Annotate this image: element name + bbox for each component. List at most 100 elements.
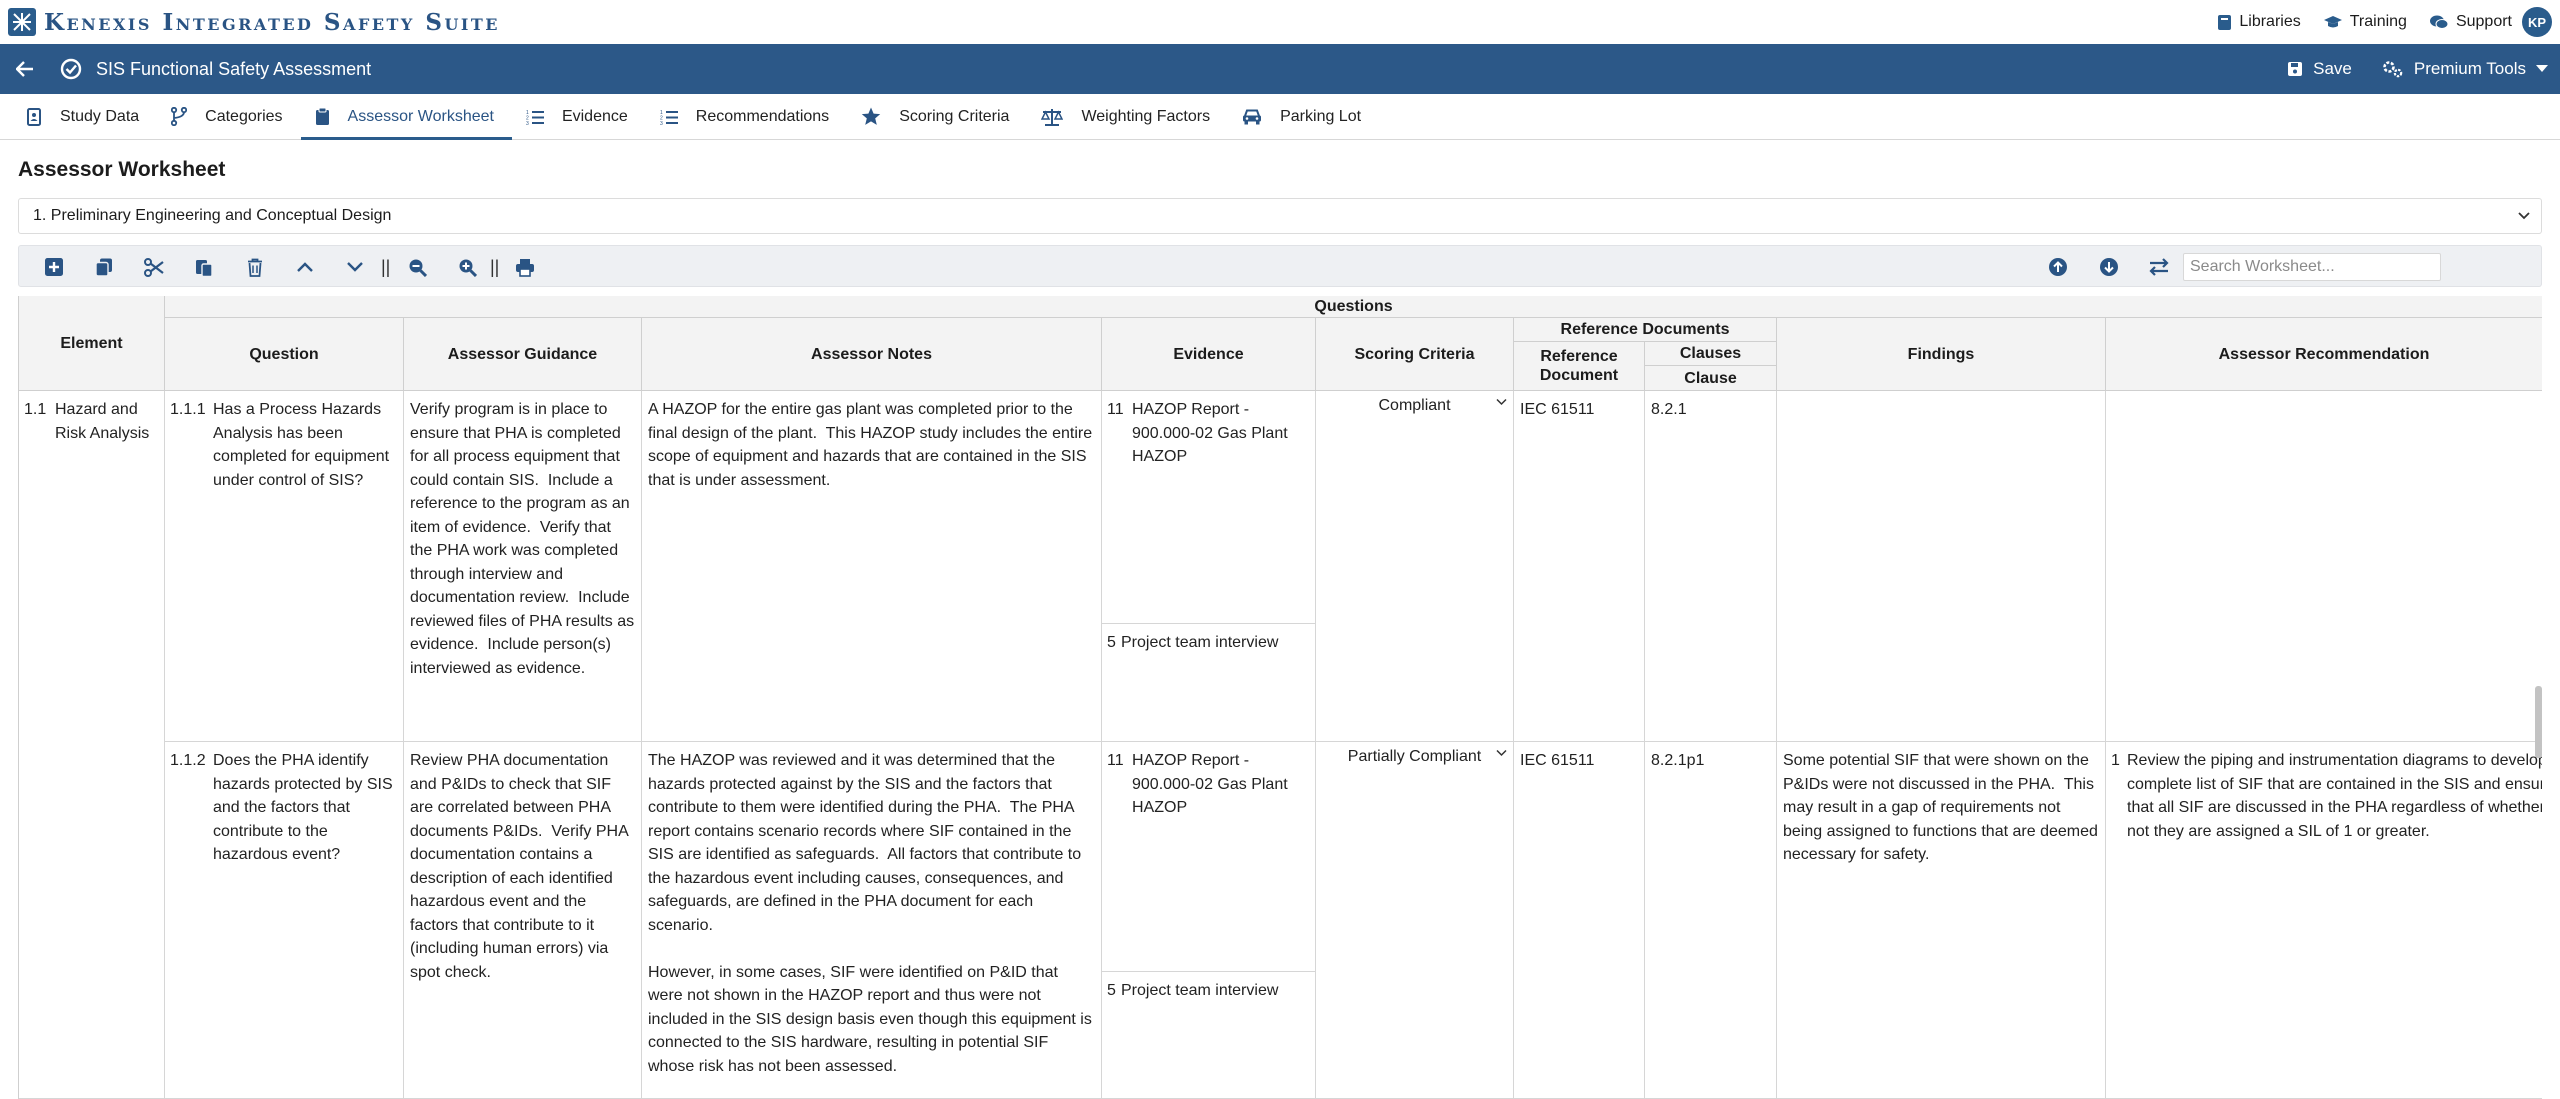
add-row-button[interactable] xyxy=(42,255,66,279)
paste-button[interactable] xyxy=(192,255,216,279)
element-name: Hazard and Risk Analysis xyxy=(55,401,150,442)
question-cell[interactable]: 1.1.2 Does the PHA identify hazards prot… xyxy=(165,742,404,1099)
search-worksheet-input[interactable] xyxy=(2183,253,2441,281)
support-link[interactable]: Support xyxy=(2429,13,2512,31)
caret-down-icon xyxy=(2536,65,2548,72)
floppy-disk-icon xyxy=(2288,62,2303,76)
copy-icon xyxy=(95,258,112,277)
move-up-button[interactable] xyxy=(293,255,317,279)
section-select-value: 1. Preliminary Engineering and Conceptua… xyxy=(33,207,392,224)
guidance-text: Review PHA documentation and P&IDs to ch… xyxy=(410,752,633,981)
clause-cell[interactable]: 8.2.1 xyxy=(1645,391,1777,742)
tab-label: Categories xyxy=(205,107,283,125)
zoom-out-button[interactable] xyxy=(405,255,429,279)
column-header-evidence[interactable]: Evidence xyxy=(1102,318,1316,391)
evidence-item[interactable]: 11 HAZOP Report - 900.000-02 Gas Plant H… xyxy=(1102,391,1315,624)
delete-button[interactable] xyxy=(243,255,267,279)
reference-document-cell[interactable]: IEC 61511 xyxy=(1514,391,1645,742)
element-cell[interactable]: 1.1 Hazard and Risk Analysis xyxy=(19,391,165,1099)
evidence-text: HAZOP Report - 900.000-02 Gas Plant HAZO… xyxy=(1132,752,1293,816)
tab-scoring-criteria[interactable]: Scoring Criteria xyxy=(847,94,1027,139)
section-select[interactable]: 1. Preliminary Engineering and Conceptua… xyxy=(18,198,2542,234)
tab-parking-lot[interactable]: Parking Lot xyxy=(1228,94,1379,139)
print-button[interactable] xyxy=(513,255,537,279)
arrow-circle-up-icon xyxy=(2049,258,2067,276)
tab-categories[interactable]: Categories xyxy=(157,94,300,139)
premium-tools-menu[interactable]: Premium Tools xyxy=(2382,59,2548,79)
guidance-cell[interactable]: Verify program is in place to ensure tha… xyxy=(404,391,642,742)
copy-button[interactable] xyxy=(92,255,116,279)
chevron-down-icon xyxy=(2518,212,2530,220)
question-cell[interactable]: 1.1.1 Has a Process Hazards Analysis has… xyxy=(165,391,404,742)
column-header-question[interactable]: Question xyxy=(165,318,404,391)
evidence-number: 5 xyxy=(1107,634,1116,651)
zoom-in-button[interactable] xyxy=(455,255,479,279)
tab-weighting-factors[interactable]: Weighting Factors xyxy=(1027,94,1228,139)
toolbar-separator: || xyxy=(490,257,500,277)
swap-button[interactable] xyxy=(2147,255,2171,279)
evidence-item[interactable]: 5 Project team interview xyxy=(1102,624,1315,741)
column-header-clause[interactable]: Clause xyxy=(1645,366,1777,391)
cut-button[interactable] xyxy=(142,255,166,279)
clause-cell[interactable]: 8.2.1p1 xyxy=(1645,742,1777,1099)
reference-document-text: IEC 61511 xyxy=(1520,401,1595,418)
tab-label: Weighting Factors xyxy=(1081,107,1211,125)
column-header-element[interactable]: Element xyxy=(19,296,165,391)
book-icon xyxy=(2218,14,2232,30)
address-book-icon xyxy=(27,107,41,126)
back-button[interactable] xyxy=(0,44,50,94)
svg-text:3: 3 xyxy=(660,121,663,125)
scoring-value: Compliant xyxy=(1378,397,1451,414)
column-header-notes[interactable]: Assessor Notes xyxy=(642,318,1102,391)
column-header-scoring[interactable]: Scoring Criteria xyxy=(1316,318,1514,391)
tab-recommendations[interactable]: 123 Recommendations xyxy=(646,94,847,139)
zoom-out-icon xyxy=(409,259,427,277)
clause-text: 8.2.1 xyxy=(1651,401,1687,418)
question-text: Does the PHA identify hazards protected … xyxy=(213,752,398,863)
findings-text: Some potential SIF that were shown on th… xyxy=(1783,752,2103,863)
guidance-cell[interactable]: Review PHA documentation and P&IDs to ch… xyxy=(404,742,642,1099)
brand[interactable]: Kenexis Integrated Safety Suite xyxy=(0,8,500,36)
scoring-cell: Partially Compliant xyxy=(1316,742,1514,1099)
findings-cell[interactable] xyxy=(1777,391,2106,742)
notes-cell[interactable]: A HAZOP for the entire gas plant was com… xyxy=(642,391,1102,742)
list-ordered-icon: 123 xyxy=(526,110,544,125)
svg-text:3: 3 xyxy=(526,121,529,125)
comments-icon xyxy=(2429,15,2449,29)
recommendation-cell[interactable]: 1 Review the piping and instrumentation … xyxy=(2106,742,2542,1099)
recommendation-number: 1 xyxy=(2111,752,2120,769)
arrow-left-icon xyxy=(16,61,33,77)
tab-assessor-worksheet[interactable]: Assessor Worksheet xyxy=(300,94,513,140)
column-header-recommendation[interactable]: Assessor Recommendation xyxy=(2106,318,2542,391)
findings-cell[interactable]: Some potential SIF that were shown on th… xyxy=(1777,742,2106,1099)
column-header-guidance[interactable]: Assessor Guidance xyxy=(404,318,642,391)
column-group-clauses: Clauses xyxy=(1645,342,1777,366)
tab-evidence[interactable]: 123 Evidence xyxy=(512,94,646,139)
chevron-down-icon xyxy=(347,262,363,272)
guidance-text: Verify program is in place to ensure tha… xyxy=(410,401,639,677)
clause-text: 8.2.1p1 xyxy=(1651,752,1705,769)
vertical-scrollbar[interactable] xyxy=(2535,686,2542,758)
reference-document-cell[interactable]: IEC 61511 xyxy=(1514,742,1645,1099)
tab-study-data[interactable]: Study Data xyxy=(12,94,157,139)
notes-cell[interactable]: The HAZOP was reviewed and it was determ… xyxy=(642,742,1102,1099)
column-header-findings[interactable]: Findings xyxy=(1777,318,2106,391)
scoring-select[interactable]: Compliant xyxy=(1316,394,1513,416)
scissors-icon xyxy=(144,257,164,277)
libraries-link[interactable]: Libraries xyxy=(2217,13,2301,31)
scroll-up-button[interactable] xyxy=(2046,255,2070,279)
arrows-left-right-icon xyxy=(2149,258,2169,276)
training-link[interactable]: Training xyxy=(2323,13,2407,31)
evidence-item[interactable]: 5 Project team interview xyxy=(1102,972,1315,1098)
column-header-reference-document[interactable]: Reference Document xyxy=(1514,342,1645,391)
evidence-item[interactable]: 11 HAZOP Report - 900.000-02 Gas Plant H… xyxy=(1102,742,1315,972)
recommendation-cell[interactable] xyxy=(2106,391,2542,742)
scroll-down-button[interactable] xyxy=(2097,255,2121,279)
chevron-down-icon xyxy=(1496,749,1507,757)
move-down-button[interactable] xyxy=(343,255,367,279)
save-button[interactable]: Save xyxy=(2287,59,2352,79)
user-avatar[interactable]: KP xyxy=(2522,7,2552,37)
evidence-text: Project team interview xyxy=(1121,634,1279,651)
scoring-select[interactable]: Partially Compliant xyxy=(1316,745,1513,767)
tab-label: Evidence xyxy=(561,107,628,125)
